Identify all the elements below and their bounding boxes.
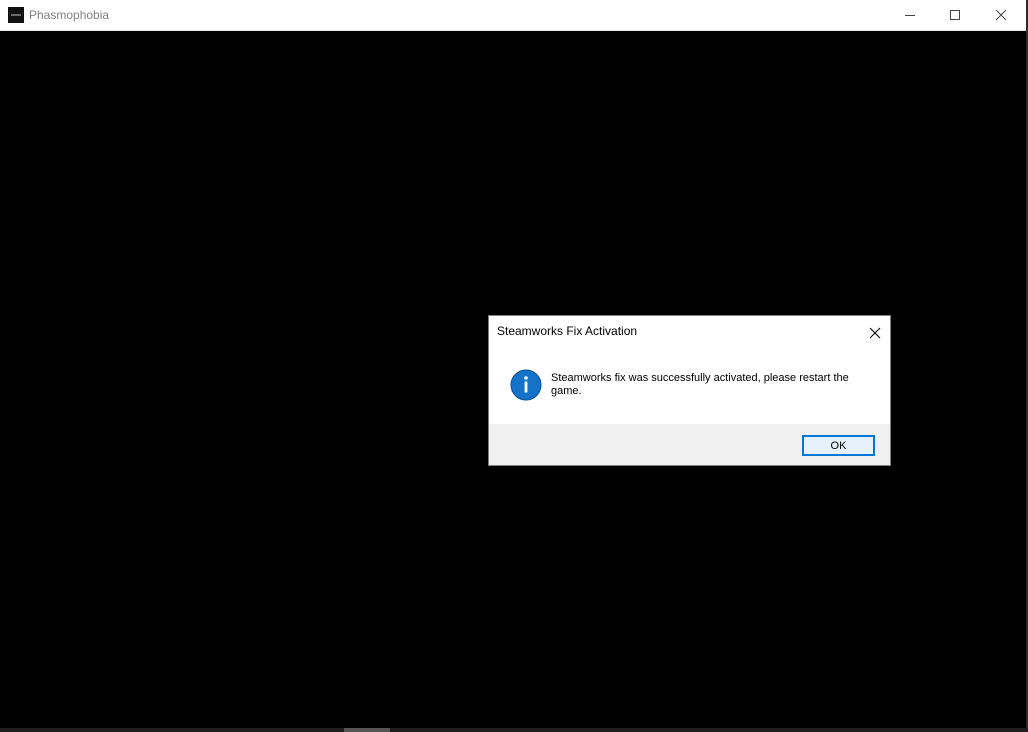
scroll-thumb[interactable]	[344, 728, 390, 732]
title-bar[interactable]: Phasmophobia	[0, 0, 1026, 31]
close-icon	[995, 9, 1007, 21]
minimize-button[interactable]	[887, 0, 933, 30]
bottom-edge	[0, 728, 1028, 732]
ok-button[interactable]: OK	[802, 435, 875, 456]
window-title: Phasmophobia	[29, 8, 110, 22]
dialog-title: Steamworks Fix Activation	[497, 324, 638, 338]
dialog-footer: OK	[489, 424, 890, 465]
message-dialog: Steamworks Fix Activation Steamworks fix…	[488, 315, 891, 466]
close-icon	[869, 327, 881, 339]
minimize-icon	[905, 15, 915, 16]
dialog-close-button[interactable]	[863, 322, 887, 344]
info-icon	[510, 369, 542, 401]
close-window-button[interactable]	[978, 0, 1024, 30]
maximize-button[interactable]	[932, 0, 978, 30]
dialog-message: Steamworks fix was successfully activate…	[551, 372, 849, 397]
maximize-icon	[950, 10, 960, 20]
app-icon	[8, 7, 24, 23]
